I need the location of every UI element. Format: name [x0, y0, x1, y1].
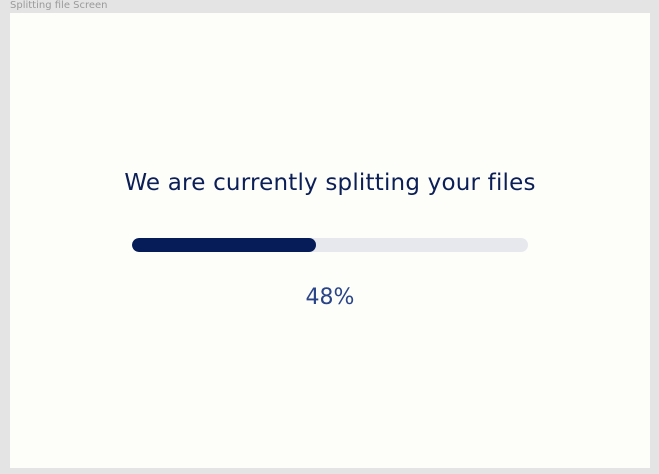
progress-bar [132, 238, 528, 252]
frame-label: Splitting file Screen [10, 0, 108, 11]
splitting-screen: We are currently splitting your files 48… [10, 13, 650, 468]
progress-fill [132, 238, 317, 252]
splitting-heading: We are currently splitting your files [124, 170, 536, 196]
progress-percent: 48% [305, 285, 355, 310]
